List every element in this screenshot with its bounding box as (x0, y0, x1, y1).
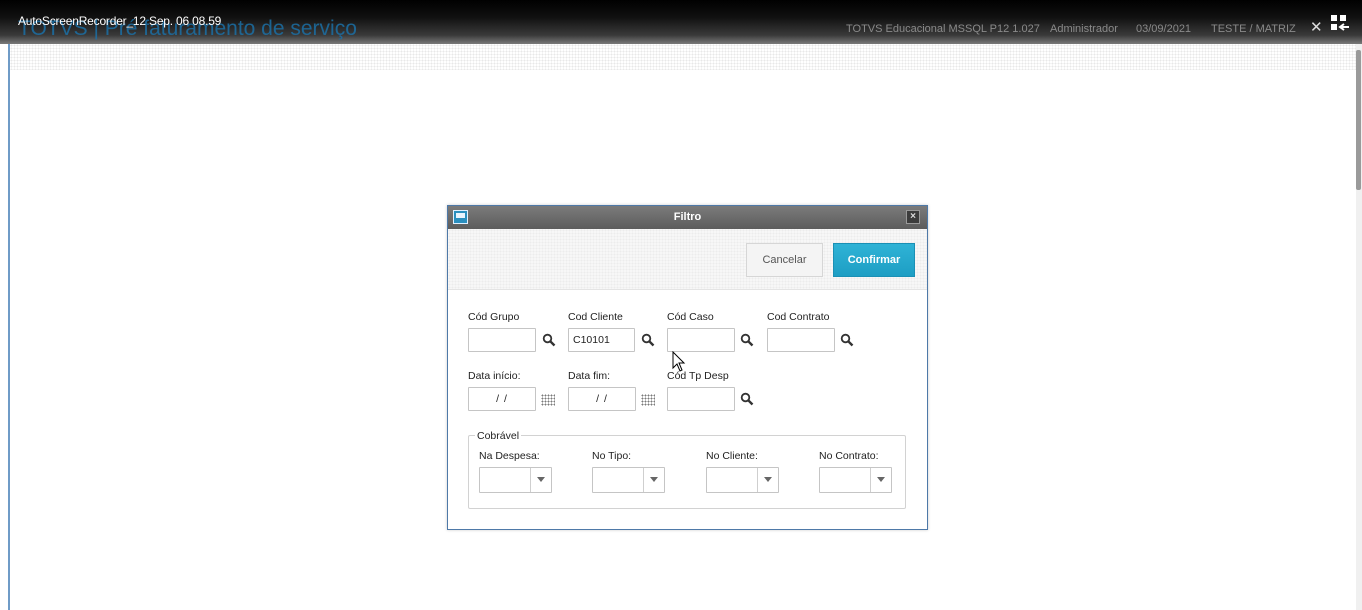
no-contrato-label: No Contrato: (819, 450, 879, 462)
cod-cliente-input[interactable]: C10101 (568, 328, 635, 352)
date-label: 03/09/2021 (1136, 23, 1192, 35)
na-despesa-select[interactable] (479, 467, 552, 493)
company-label[interactable]: TESTE / MATRIZ (1211, 23, 1296, 35)
cod-grupo-input[interactable] (468, 328, 536, 352)
user-label[interactable]: Administrador (1050, 23, 1118, 35)
cod-contrato-input[interactable] (767, 328, 835, 352)
cod-contrato-label: Cod Contrato (767, 311, 830, 323)
cancel-button[interactable]: Cancelar (746, 243, 823, 277)
cod-tp-desp-search-icon[interactable] (740, 392, 754, 406)
recorder-title: AutoScreenRecorder_12 Sep. 06 08.59 (18, 14, 222, 28)
cod-tp-desp-input[interactable] (667, 387, 735, 411)
cod-cliente-label: Cod Cliente (568, 311, 623, 323)
grid-menu-icon[interactable] (1330, 15, 1350, 31)
chevron-down-icon[interactable] (643, 468, 664, 492)
page-toolbar-strip (10, 44, 1356, 70)
dialog-header: Filtro × (448, 206, 927, 229)
no-tipo-label: No Tipo: (592, 450, 632, 462)
data-inicio-calendar-icon[interactable] (541, 394, 555, 406)
no-cliente-label: No Cliente: (706, 450, 758, 462)
confirm-button[interactable]: Confirmar (833, 243, 915, 277)
filter-dialog: Filtro × Cancelar Confirmar Cód Grupo Co… (447, 205, 928, 530)
close-icon[interactable]: ✕ (1310, 20, 1323, 35)
chevron-down-icon[interactable] (757, 468, 778, 492)
window-icon (453, 210, 468, 224)
cod-caso-label: Cód Caso (667, 311, 714, 323)
cod-contrato-search-icon[interactable] (840, 333, 854, 347)
no-contrato-select[interactable] (819, 467, 892, 493)
data-fim-label: Data fim: (568, 370, 611, 382)
no-tipo-select[interactable] (592, 467, 665, 493)
data-inicio-label: Data início: (468, 370, 521, 382)
cod-grupo-search-icon[interactable] (542, 333, 556, 347)
top-bar: TOTVS | Pré faturamento de serviço AutoS… (0, 0, 1362, 44)
dialog-toolbar: Cancelar Confirmar (448, 229, 927, 290)
scrollbar-thumb[interactable] (1356, 50, 1361, 190)
dialog-close-icon[interactable]: × (906, 210, 920, 224)
cobravel-legend: Cobrável (475, 430, 522, 442)
mouse-cursor-icon (672, 351, 686, 372)
cod-grupo-label: Cód Grupo (468, 311, 520, 323)
data-fim-calendar-icon[interactable] (641, 394, 655, 406)
cod-caso-search-icon[interactable] (740, 333, 754, 347)
dialog-title: Filtro (673, 211, 702, 223)
data-inicio-input[interactable]: / / (468, 387, 536, 411)
na-despesa-label: Na Despesa: (479, 450, 540, 462)
chevron-down-icon[interactable] (530, 468, 551, 492)
no-cliente-select[interactable] (706, 467, 779, 493)
cod-cliente-search-icon[interactable] (641, 333, 655, 347)
data-fim-input[interactable]: / / (568, 387, 636, 411)
cod-caso-input[interactable] (667, 328, 735, 352)
chevron-down-icon[interactable] (870, 468, 891, 492)
environment-label: TOTVS Educacional MSSQL P12 1.027 (846, 23, 1040, 35)
